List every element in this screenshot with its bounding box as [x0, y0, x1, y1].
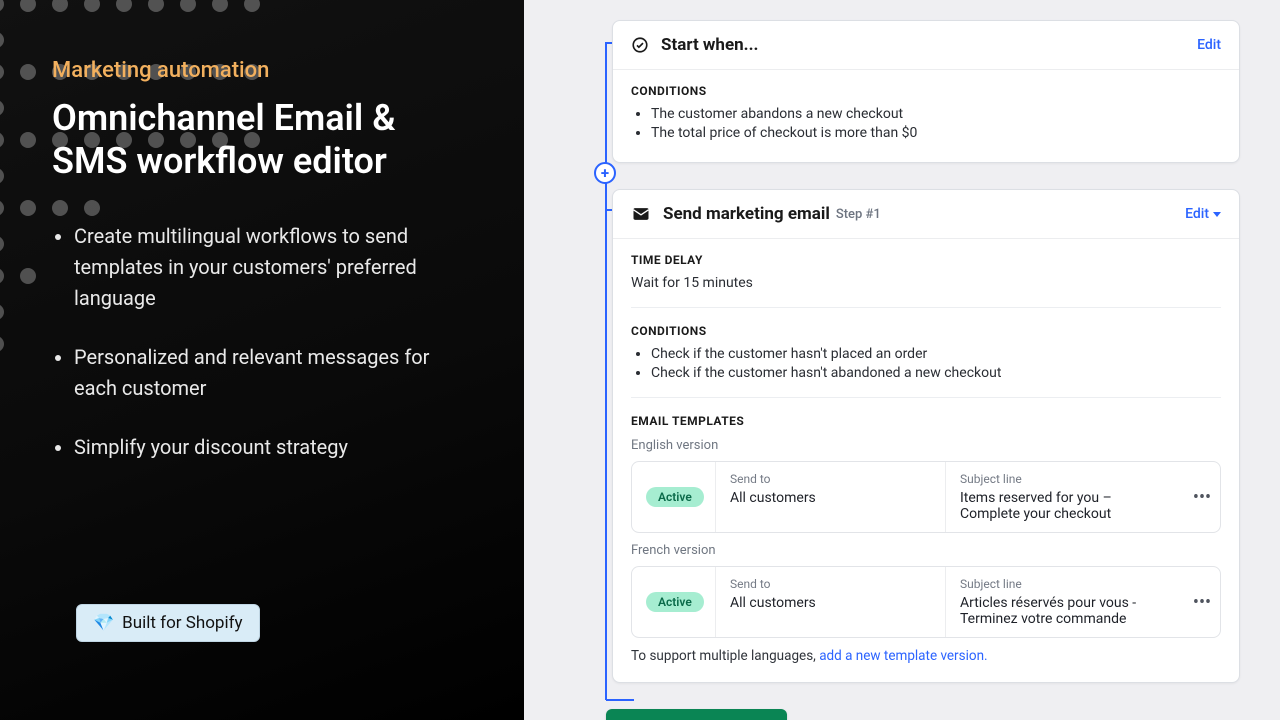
step-number: Step #1	[836, 207, 881, 222]
condition-item: The customer abandons a new checkout	[651, 106, 1221, 122]
subject-label: Subject line	[960, 577, 1170, 591]
subject-value: Items reserved for you – Complete your c…	[960, 490, 1170, 522]
feature-bullet: Simplify your discount strategy	[74, 432, 472, 463]
start-card: Start when... Edit CONDITIONS The custom…	[612, 20, 1240, 163]
edit-start-link[interactable]: Edit	[1197, 37, 1221, 53]
built-for-shopify-badge: 💎 Built for Shopify	[76, 604, 260, 642]
headline: Omnichannel Email & SMS workflow editor	[52, 97, 472, 183]
conditions-label: CONDITIONS	[631, 324, 1221, 338]
eyebrow: Marketing automation	[52, 58, 472, 83]
promo-panel: Marketing automation Omnichannel Email &…	[0, 0, 524, 720]
time-delay-value: Wait for 15 minutes	[631, 275, 1221, 291]
email-icon	[631, 204, 651, 224]
status-badge: Active	[646, 592, 704, 612]
template-row[interactable]: Active Send to All customers Subject lin…	[631, 461, 1221, 533]
template-version-label: French version	[631, 543, 1221, 558]
feature-bullets: Create multilingual workflows to send te…	[52, 221, 472, 463]
chevron-down-icon	[1213, 212, 1221, 217]
templates-label: EMAIL TEMPLATES	[631, 414, 1221, 428]
add-node-button[interactable]: +	[594, 162, 616, 184]
email-step-title: Send marketing email	[663, 204, 830, 224]
more-actions-button[interactable]: •••	[1184, 567, 1220, 637]
divider	[631, 397, 1221, 398]
template-row[interactable]: Active Send to All customers Subject lin…	[631, 566, 1221, 638]
send-to-label: Send to	[730, 577, 931, 591]
add-marketing-activity-button[interactable]: Add marketing activity	[606, 709, 787, 720]
more-actions-button[interactable]: •••	[1184, 462, 1220, 532]
email-step-card: Send marketing email Step #1 Edit TIME D…	[612, 189, 1240, 683]
email-step-conditions: Check if the customer hasn't placed an o…	[631, 346, 1221, 381]
subject-label: Subject line	[960, 472, 1170, 486]
badge-text: Built for Shopify	[122, 613, 242, 633]
condition-item: Check if the customer hasn't abandoned a…	[651, 365, 1221, 381]
multilang-hint: To support multiple languages, add a new…	[631, 648, 1221, 664]
dots-icon: •••	[1193, 592, 1211, 613]
check-circle-icon	[631, 36, 649, 54]
template-version-label: English version	[631, 438, 1221, 453]
diamond-icon: 💎	[93, 613, 114, 633]
divider	[631, 307, 1221, 308]
status-badge: Active	[646, 487, 704, 507]
send-to-label: Send to	[730, 472, 931, 486]
condition-item: Check if the customer hasn't placed an o…	[651, 346, 1221, 362]
send-to-value: All customers	[730, 490, 931, 506]
workflow-canvas: + Start when... Edit CONDITIONS The cust…	[524, 0, 1280, 720]
start-title: Start when...	[661, 35, 758, 55]
feature-bullet: Personalized and relevant messages for e…	[74, 342, 472, 404]
dots-icon: •••	[1193, 487, 1211, 508]
conditions-label: CONDITIONS	[631, 84, 1221, 98]
add-template-version-link[interactable]: add a new template version.	[819, 648, 987, 664]
send-to-value: All customers	[730, 595, 931, 611]
subject-value: Articles réservés pour vous - Terminez v…	[960, 595, 1170, 627]
time-delay-label: TIME DELAY	[631, 253, 1221, 267]
feature-bullet: Create multilingual workflows to send te…	[74, 221, 472, 314]
start-conditions: The customer abandons a new checkout The…	[631, 106, 1221, 141]
edit-email-step-link[interactable]: Edit	[1185, 206, 1221, 222]
condition-item: The total price of checkout is more than…	[651, 125, 1221, 141]
